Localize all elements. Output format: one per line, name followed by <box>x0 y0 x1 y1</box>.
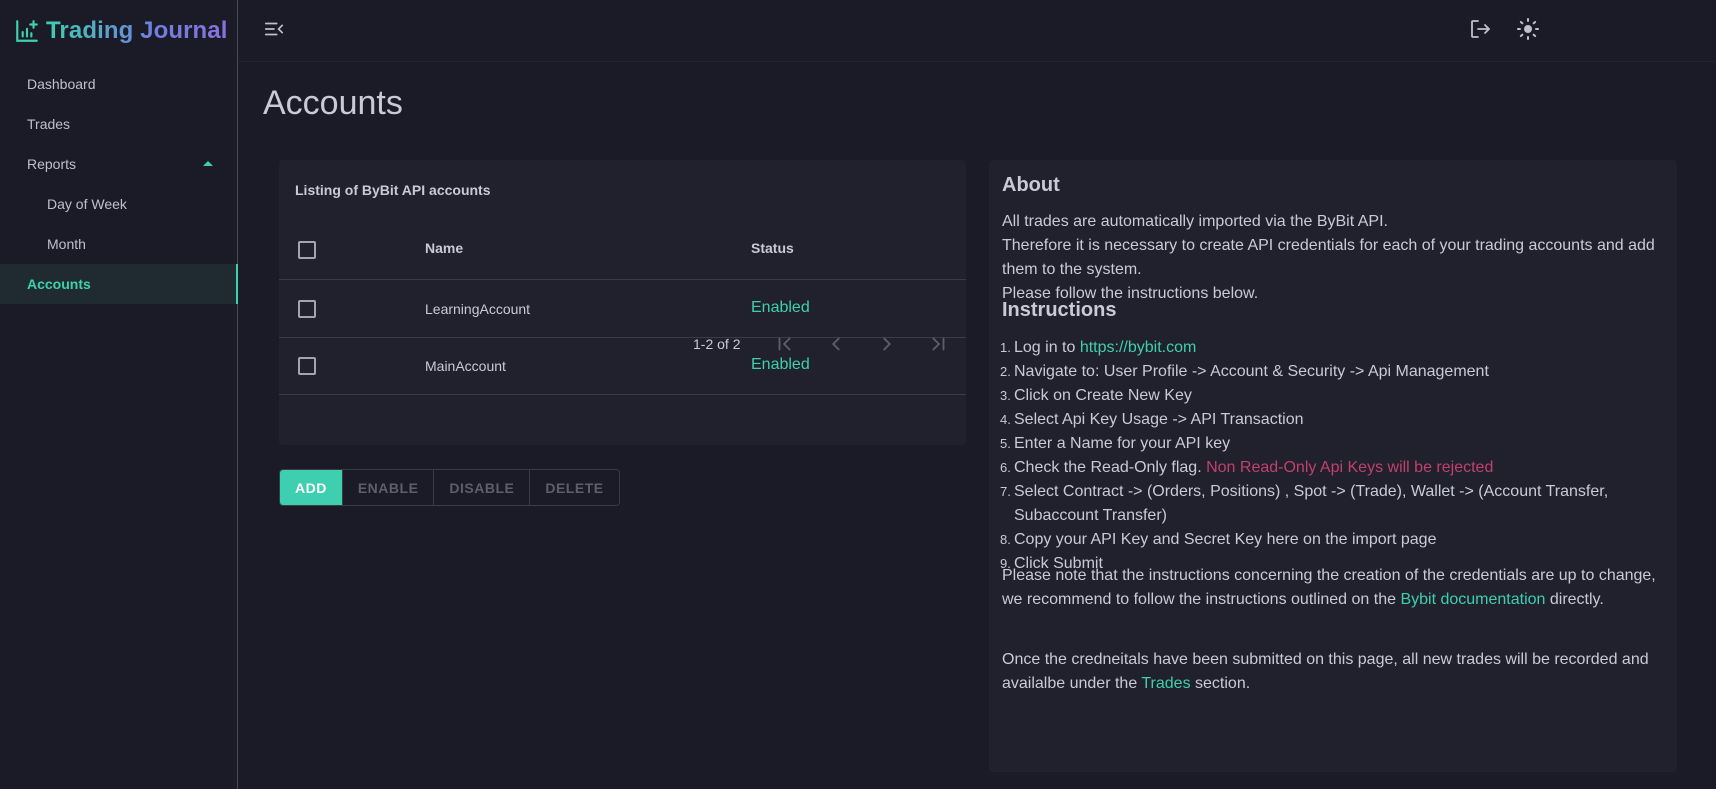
account-actions: ADD ENABLE DISABLE DELETE <box>279 469 620 506</box>
list-item: 3. Click on Create New Key <box>1000 387 1192 404</box>
list-item: 4. Select Api Key Usage -> API Transactio… <box>1000 411 1304 428</box>
instructions-heading: Instructions <box>1002 299 1117 321</box>
bybit-documentation-link[interactable]: Bybit documentation <box>1400 591 1545 608</box>
submission-note: Once the credneitals have been submitted… <box>1002 651 1649 692</box>
menu-collapse-icon[interactable] <box>263 18 285 40</box>
about-line: Therefore it is necessary to create API … <box>1002 237 1655 278</box>
list-item: 5. Enter a Name for your API key <box>1000 435 1231 452</box>
sidebar-item-label: Accounts <box>27 276 91 292</box>
account-status: Enabled <box>751 356 810 373</box>
brand[interactable]: Trading Journal <box>14 14 228 48</box>
about-heading: About <box>1002 174 1060 196</box>
about-line: All trades are automatically imported vi… <box>1002 213 1388 230</box>
pagination-info: 1-2 of 2 <box>693 336 741 352</box>
table-row[interactable]: LearningAccount Enabled <box>279 281 966 338</box>
sidebar-item-accounts[interactable]: Accounts <box>0 264 238 304</box>
table-row[interactable]: MainAccount Enabled <box>279 338 966 395</box>
read-only-warning: Non Read-Only Api Keys will be rejected <box>1206 459 1494 476</box>
row-checkbox[interactable] <box>298 300 316 318</box>
instructions-note: Please note that the instructions concer… <box>1002 567 1656 608</box>
table-header-row: Name Status <box>279 219 966 280</box>
sidebar-item-label: Day of Week <box>47 196 127 212</box>
chart-plus-icon <box>14 18 40 44</box>
sidebar-item-label: Reports <box>27 156 77 172</box>
sidebar-item-dashboard[interactable]: Dashboard <box>0 64 237 104</box>
disable-button[interactable]: DISABLE <box>433 470 530 505</box>
account-status: Enabled <box>751 299 810 316</box>
list-item: 8. Copy your API Key and Secret Key here … <box>1000 531 1437 548</box>
top-bar <box>239 0 1716 62</box>
list-item: 1. Log in to https://bybit.com <box>1000 339 1197 356</box>
enable-button[interactable]: ENABLE <box>341 470 434 505</box>
app-title: Trading Journal <box>46 17 228 44</box>
sidebar-nav: Dashboard Trades Reports Day of Week Mon… <box>0 64 238 304</box>
instructions-list: 1. Log in to https://bybit.com 2. Navigate… <box>1000 336 1662 576</box>
first-page-icon[interactable] <box>774 333 796 355</box>
accounts-table: Listing of ByBit API accounts Name Statu… <box>279 160 966 445</box>
sidebar-item-trades[interactable]: Trades <box>0 104 237 144</box>
account-name: MainAccount <box>425 358 506 374</box>
about-panel: About All trades are automatically impor… <box>989 160 1677 772</box>
sidebar-item-month[interactable]: Month <box>0 224 237 264</box>
column-header-name[interactable]: Name <box>425 240 463 256</box>
select-all-checkbox[interactable] <box>298 241 316 259</box>
bybit-link[interactable]: https://bybit.com <box>1080 339 1197 356</box>
list-item: 6. Check the Read-Only flag. Non Read-Onl… <box>1000 459 1494 476</box>
logout-icon[interactable] <box>1468 17 1492 41</box>
column-header-status[interactable]: Status <box>751 240 794 256</box>
add-button[interactable]: ADD <box>280 470 342 505</box>
table-caption: Listing of ByBit API accounts <box>295 182 491 198</box>
trades-link[interactable]: Trades <box>1141 675 1190 692</box>
sidebar: Trading Journal Dashboard Trades Reports… <box>0 0 238 789</box>
sidebar-item-reports[interactable]: Reports <box>0 144 237 184</box>
list-item: 2. Navigate to: User Profile -> Account &… <box>1000 363 1489 380</box>
sidebar-item-label: Trades <box>27 116 71 132</box>
account-name: LearningAccount <box>425 301 531 317</box>
sidebar-item-label: Dashboard <box>27 76 96 92</box>
row-checkbox[interactable] <box>298 357 316 375</box>
sidebar-item-day-of-week[interactable]: Day of Week <box>0 184 237 224</box>
sidebar-item-label: Month <box>47 236 86 252</box>
page-title: Accounts <box>263 84 403 122</box>
previous-page-icon[interactable] <box>825 333 847 355</box>
about-text: All trades are automatically imported vi… <box>1002 210 1662 306</box>
list-item: 7. Select Contract -> (Orders, Positions)… <box>1000 483 1609 524</box>
last-page-icon[interactable] <box>927 333 949 355</box>
delete-button[interactable]: DELETE <box>529 470 619 505</box>
chevron-up-icon <box>203 161 213 166</box>
next-page-icon[interactable] <box>876 333 898 355</box>
sun-icon[interactable] <box>1516 17 1540 41</box>
